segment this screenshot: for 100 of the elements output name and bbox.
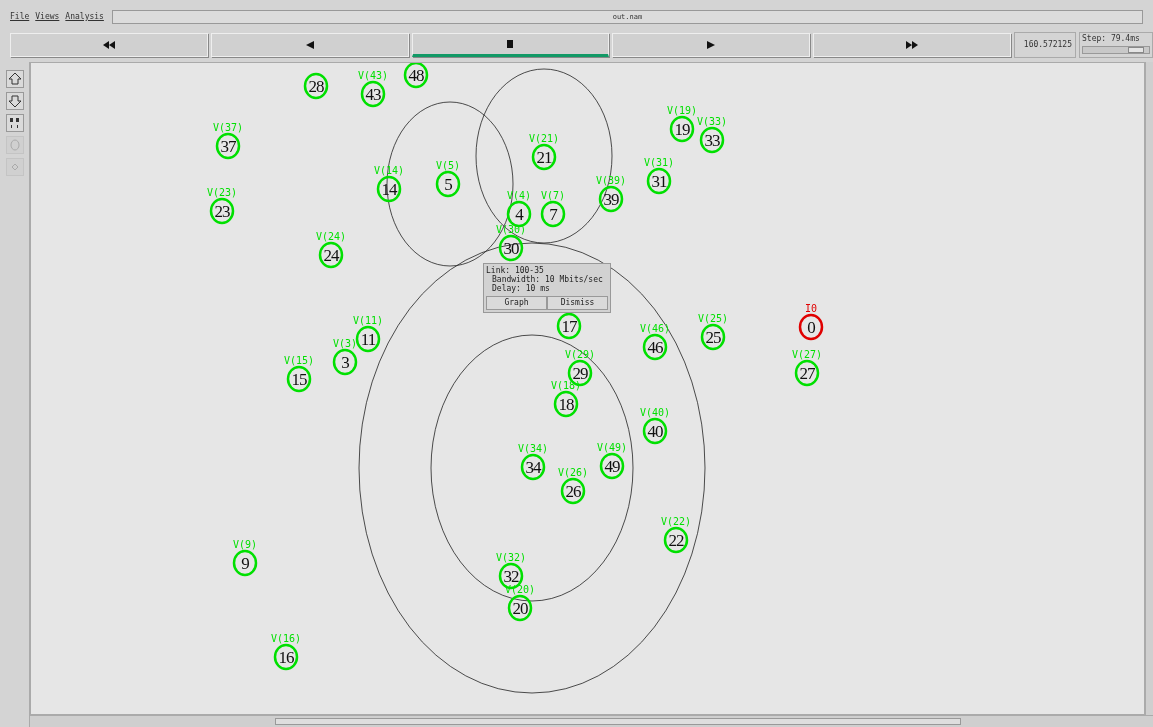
node-number: 46 [647,338,663,357]
node-circle[interactable] [520,453,546,481]
node-circle[interactable] [663,526,689,554]
node-circle[interactable] [209,197,235,225]
node-circle[interactable] [273,643,299,671]
node-number: 26 [565,482,581,501]
node-label: V(4) [506,190,532,201]
node-number: 11 [360,330,376,349]
node-label: V(43) [357,70,389,81]
node-circle[interactable] [303,72,329,100]
menu-item[interactable]: File [10,11,30,23]
node-label: V(3) [332,338,358,349]
node-label: V(29) [564,349,596,360]
popup-button[interactable]: Dismiss [547,296,608,310]
node-label: V(16) [270,633,302,644]
node-circle[interactable] [553,390,579,418]
node-number: 0 [807,318,815,337]
node-circle[interactable] [642,417,668,445]
zoom-out-icon [7,94,22,108]
node-label: V(26) [557,467,589,478]
node-label: V(24) [315,231,347,242]
node-circle[interactable] [669,115,695,143]
node-circle[interactable] [286,365,312,393]
node-label: V(32) [495,552,527,563]
node-circle[interactable] [646,167,672,195]
node-label: V(39) [595,175,627,186]
node-label: V(34) [517,443,549,454]
node-label: V(31) [643,157,675,168]
node-number: 20 [512,599,528,618]
slider-thumb[interactable] [1127,47,1144,53]
node-circle[interactable] [699,126,725,154]
popup-button[interactable]: Graph [486,296,547,310]
popup-text: Delay: 10 ms [491,284,551,293]
node-label: V(33) [696,116,728,127]
node-circle[interactable] [435,170,461,198]
node-label: V(49) [596,442,628,453]
node-circle[interactable] [531,143,557,171]
node-number: 23 [214,202,230,221]
edit-tool[interactable] [5,114,24,132]
node-circle[interactable] [540,200,566,228]
node-circle[interactable] [355,325,381,353]
node-number: 5 [444,175,452,194]
node-circle[interactable] [642,333,668,361]
menu-item[interactable]: Analysis [65,11,104,23]
node-label: I0 [805,303,817,314]
stop-button[interactable] [411,33,610,57]
node-number: 43 [365,85,381,104]
node-label: V(22) [660,516,692,527]
node-label: V(11) [352,315,384,326]
node-number: 15 [291,370,307,389]
vertical-scrollbar[interactable] [1145,62,1153,715]
node-number: 4 [515,205,523,224]
node-circle[interactable] [376,175,402,203]
node-circle[interactable] [700,323,726,351]
menu-item[interactable]: Views [35,11,60,23]
node-number: 3 [341,353,349,372]
node-circle[interactable] [318,241,344,269]
node-label: V(15) [283,355,315,366]
node-circle[interactable] [360,80,386,108]
node-circle[interactable] [598,185,624,213]
node-label: V(21) [528,133,560,144]
node-label: V(19) [666,105,698,116]
node-label: V(14) [373,165,405,176]
node-circle[interactable] [232,549,258,577]
horizontal-scrollbar[interactable] [30,715,1153,727]
node-number: 39 [603,190,619,209]
time-display: 160.572125 [1014,32,1076,58]
node-number: 17 [561,317,577,336]
node-circle[interactable] [215,132,241,160]
node-circle[interactable] [599,452,625,480]
node-number: 25 [705,328,721,347]
node-circle[interactable] [560,477,586,505]
node-number: 16 [278,648,294,667]
node-number: 37 [220,137,236,156]
edit-icon [7,116,22,130]
node-number: 14 [381,180,397,199]
node-number: 27 [799,364,815,383]
node-number: 18 [558,395,574,414]
node-circle[interactable] [798,313,824,341]
node-number: 19 [674,120,690,139]
step-slider[interactable] [1082,46,1150,54]
node-label: V(5) [435,160,461,171]
node-number: 9 [241,554,249,573]
scrollbar-thumb[interactable] [275,718,961,725]
node-label: V(40) [639,407,671,418]
node-label: V(23) [206,187,238,198]
node-number: 34 [525,458,541,477]
node-number: 40 [647,422,663,441]
node-label: V(46) [639,323,671,334]
node-circle[interactable] [332,348,358,376]
zoom-in-tool[interactable] [5,70,24,88]
node-circle[interactable] [556,312,582,340]
popup-text: Bandwidth: 10 Mbits/sec [491,275,604,284]
node-circle[interactable] [498,234,524,262]
node-label: V(25) [697,313,729,324]
node-circle[interactable] [507,594,533,622]
node-number: 48 [408,66,424,85]
node-label: V(9) [232,539,258,550]
node-circle[interactable] [794,359,820,387]
zoom-out-tool[interactable] [5,92,24,110]
